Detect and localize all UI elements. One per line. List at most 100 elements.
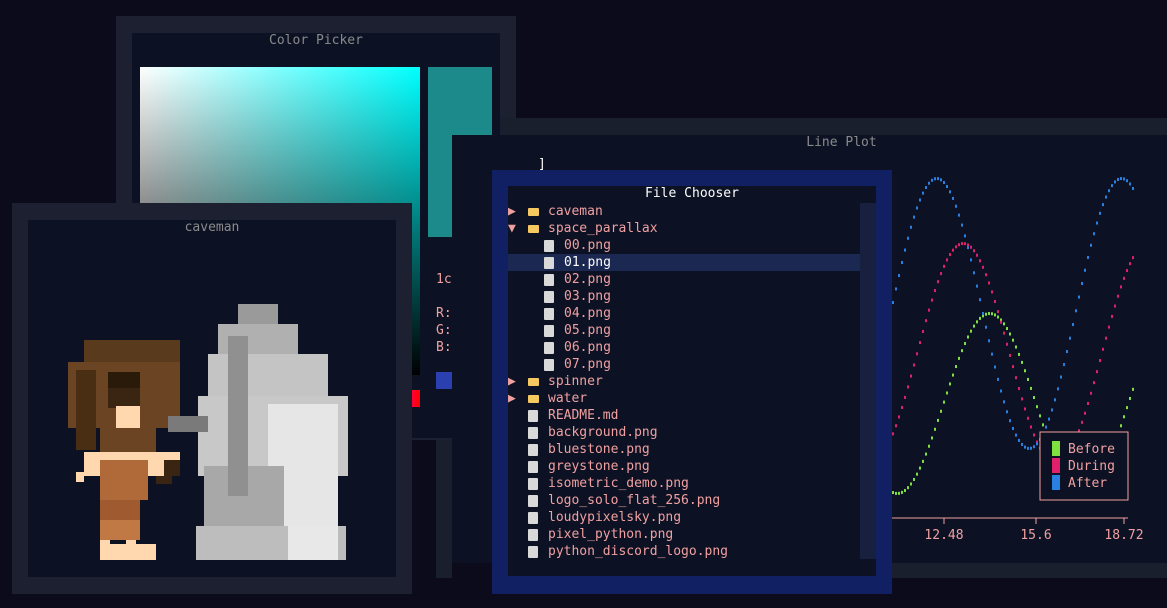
file-icon [544, 291, 554, 303]
plot-point [997, 310, 999, 314]
plot-point [1024, 369, 1026, 373]
plot-point [892, 491, 894, 495]
plot-point [922, 330, 924, 334]
plot-point [1099, 211, 1101, 215]
file-icon [544, 257, 554, 269]
file-item[interactable]: 04.png [508, 305, 860, 322]
file-icon [544, 359, 554, 371]
plot-point [955, 245, 957, 249]
plot-point [922, 459, 924, 463]
color-picker-title[interactable]: Color Picker [132, 33, 500, 49]
plot-point [1132, 256, 1134, 260]
plot-point [1048, 417, 1050, 421]
file-icon [544, 308, 554, 320]
folder-item[interactable]: ▶ water [508, 390, 860, 407]
plot-point [982, 265, 984, 269]
file-item[interactable]: 01.png [508, 254, 860, 271]
file-item[interactable]: pixel_python.png [508, 526, 860, 543]
plot-point [1039, 414, 1041, 418]
file-icon [544, 274, 554, 286]
item-name: 04.png [564, 306, 611, 321]
caveman-title[interactable]: caveman [28, 220, 396, 236]
plot-point [925, 452, 927, 456]
x-tick-label: 18.72 [1104, 528, 1143, 543]
folder-item[interactable]: ▼ space_parallax [508, 220, 860, 237]
file-icon [528, 512, 538, 524]
file-item[interactable]: greystone.png [508, 458, 860, 475]
file-icon [544, 342, 554, 354]
folder-item[interactable]: ▶ caveman [508, 203, 860, 220]
plot-point [1009, 332, 1011, 336]
collapsed-arrow-icon[interactable]: ▶ [508, 390, 520, 407]
plot-point [1090, 391, 1092, 395]
expanded-arrow-icon[interactable]: ▼ [508, 220, 520, 237]
plot-point [910, 374, 912, 378]
collapsed-arrow-icon[interactable]: ▶ [508, 373, 520, 390]
plot-point [1081, 282, 1083, 286]
plot-point [967, 243, 969, 247]
folder-item[interactable]: ▶ spinner [508, 373, 860, 390]
file-item[interactable]: logo_solo_flat_256.png [508, 492, 860, 509]
plot-point [901, 405, 903, 409]
plot-point [907, 236, 909, 240]
plot-point [1117, 294, 1119, 298]
plot-point [958, 356, 960, 360]
plot-point [1021, 360, 1023, 364]
plot-point [988, 312, 990, 316]
file-item[interactable]: loudypixelsky.png [508, 509, 860, 526]
plot-point [1024, 407, 1026, 411]
plot-point [919, 341, 921, 345]
file-chooser-title[interactable]: File Chooser [508, 186, 876, 202]
plot-point [1015, 376, 1017, 380]
plot-point [1111, 314, 1113, 318]
legend-label: Before [1068, 442, 1115, 457]
legend-label: During [1068, 459, 1115, 474]
file-chooser-scrollbar[interactable] [860, 203, 876, 559]
item-name: loudypixelsky.png [548, 510, 682, 525]
plot-point [1018, 386, 1020, 390]
plot-point [1051, 408, 1053, 412]
item-name: 01.png [564, 255, 611, 270]
plot-point [895, 287, 897, 291]
file-item[interactable]: 02.png [508, 271, 860, 288]
plot-point [976, 320, 978, 324]
plot-point [958, 243, 960, 247]
plot-point [1069, 336, 1071, 340]
file-item[interactable]: 03.png [508, 288, 860, 305]
line-plot-title[interactable]: Line Plot [516, 135, 1167, 151]
plot-point [910, 225, 912, 229]
item-name: space_parallax [548, 221, 658, 236]
file-item[interactable]: 07.png [508, 356, 860, 373]
file-icon [528, 461, 538, 473]
plot-point [1057, 387, 1059, 391]
collapsed-arrow-icon[interactable]: ▶ [508, 203, 520, 220]
file-item[interactable]: 05.png [508, 322, 860, 339]
file-item[interactable]: README.md [508, 407, 860, 424]
plot-point [1123, 415, 1125, 419]
plot-point [946, 258, 948, 262]
file-item[interactable]: python_discord_logo.png [508, 543, 860, 560]
file-item[interactable]: bluestone.png [508, 441, 860, 458]
plot-point [1132, 186, 1134, 190]
plot-point [994, 313, 996, 317]
plot-point [964, 342, 966, 346]
plot-point [931, 298, 933, 302]
file-item[interactable]: 06.png [508, 339, 860, 356]
plot-point [1036, 405, 1038, 409]
folder-icon [528, 208, 539, 216]
item-name: caveman [548, 204, 603, 219]
plot-point [931, 178, 933, 182]
plot-point [1006, 410, 1008, 414]
plot-point [1087, 402, 1089, 406]
plot-point [1018, 438, 1020, 442]
plot-point [928, 181, 930, 185]
x-tick-label: 12.48 [924, 528, 963, 543]
file-item[interactable]: background.png [508, 424, 860, 441]
plot-point [1042, 423, 1044, 427]
plot-point [946, 391, 948, 395]
plot-point [979, 298, 981, 302]
plot-point [979, 259, 981, 263]
folder-icon [528, 225, 539, 233]
file-item[interactable]: isometric_demo.png [508, 475, 860, 492]
file-item[interactable]: 00.png [508, 237, 860, 254]
